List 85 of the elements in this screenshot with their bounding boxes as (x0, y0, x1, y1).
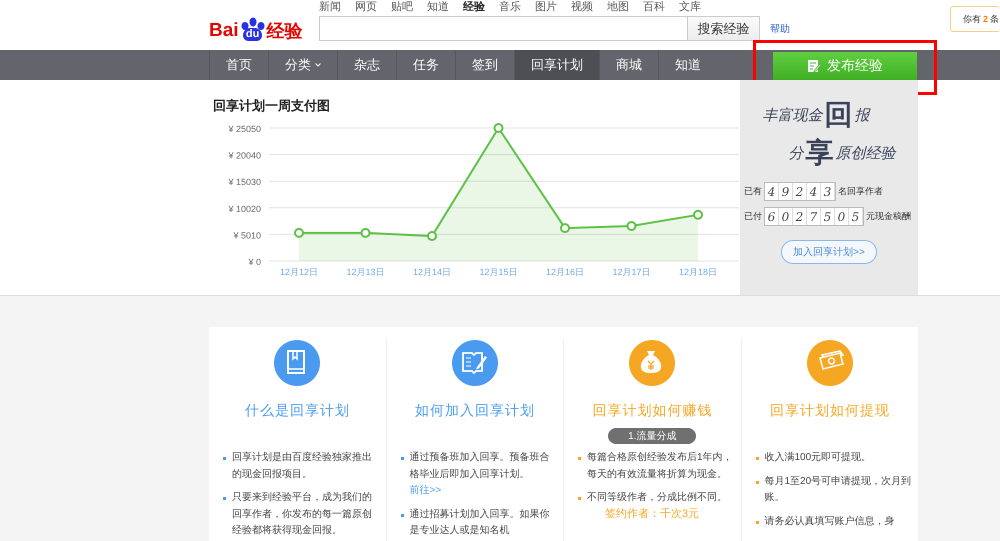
bullet-text: 只要来到经验平台，成为我们的回享作者，你发布的每一篇原创经验都将获得现金回报。 (232, 492, 372, 536)
top-link[interactable]: 音乐 (499, 0, 521, 14)
data-point[interactable] (626, 220, 636, 231)
slogan-text: 原创经验 (836, 144, 896, 162)
bullet-icon (400, 457, 404, 460)
bullet-text: 通过预备班加入回享。预备班合格毕业后即加入回享计划。 (410, 452, 550, 480)
bullet-text: 通过招募计划加入回享。如果你是专业达人或是知名机 (410, 508, 550, 536)
stat-label: 元现金稿酬 (866, 210, 911, 223)
stat-label: 已有 (744, 185, 762, 198)
counter-digit: 6 (765, 208, 779, 225)
x-tick-label: 12月15日 (479, 267, 518, 277)
slogan-text: 回 (824, 97, 852, 133)
counter-digit: 5 (849, 208, 863, 225)
stat-label: 已付 (744, 210, 762, 223)
top-link[interactable]: 知道 (427, 0, 449, 14)
bullet-text: 不同等级作者，分成比例不同。 (587, 492, 727, 503)
top-link[interactable]: 图片 (535, 0, 557, 14)
x-tick-label: 12月14日 (412, 267, 452, 277)
counter-digit: 4 (765, 183, 779, 200)
y-tick-label: ¥ 15030 (228, 177, 261, 188)
top-link[interactable]: 新闻 (319, 0, 341, 14)
bullet-icon (223, 457, 226, 460)
top-link[interactable]: 网页 (355, 0, 377, 14)
search-field[interactable] (319, 16, 688, 41)
bullet-icon (756, 480, 758, 484)
top-link[interactable]: 视频 (571, 0, 593, 14)
baidu-logo[interactable]: Bai du 经验 (209, 7, 309, 41)
bullet-icon (578, 457, 581, 460)
x-tick-label: 12月13日 (346, 267, 385, 277)
top-link[interactable]: 百科 (643, 0, 665, 14)
top-link[interactable]: 文库 (679, 0, 701, 14)
x-tick-label: 12月18日 (678, 267, 718, 277)
top-link[interactable]: 地图 (607, 0, 629, 14)
bullet-icon (578, 497, 581, 500)
chart-title: 回享计划一周支付图 (213, 97, 331, 113)
y-tick-label: ¥ 0 (248, 257, 261, 267)
bullet-icon (756, 457, 758, 460)
data-point[interactable] (427, 231, 437, 242)
edit-icon (807, 59, 821, 73)
y-tick-label: ¥ 5010 (233, 230, 261, 240)
y-tick-label: ¥ 20040 (228, 150, 261, 161)
rate-text: 签约作者：千次3元 (604, 506, 700, 522)
data-point[interactable] (294, 228, 304, 238)
section-title: 回享计划如何提现 (770, 402, 890, 420)
nav-tab[interactable]: 回享计划 (514, 50, 599, 80)
data-point[interactable] (360, 228, 370, 238)
slogan-text: 分 (788, 144, 804, 162)
bullet-icon (756, 520, 758, 524)
bullet-text: 请务必认真填写账户信息，身 (764, 516, 894, 526)
search-button[interactable]: 搜索经验 (688, 16, 760, 41)
counter-digit: 4 (807, 183, 821, 200)
help-link[interactable]: 帮助 (770, 22, 790, 36)
top-link[interactable]: 经验 (463, 0, 485, 14)
counter-digit: 3 (821, 183, 835, 200)
data-point[interactable] (560, 223, 570, 234)
bullet-text: 每月1至20号可申请提现，次月到账。 (764, 476, 912, 503)
x-tick-label: 12月16日 (546, 267, 584, 277)
section-badge: 1.流量分成 (608, 428, 696, 444)
y-tick-label: ¥ 25050 (228, 124, 261, 134)
stat-label: 名回享作者 (838, 185, 883, 198)
counter-digit: 2 (793, 208, 807, 225)
bullet-text: 每篇合格原创经验发布后1年内，每天的有效流量将折算为现金。 (587, 452, 733, 480)
counter-digit: 5 (821, 208, 835, 225)
counter-digit: 2 (793, 183, 807, 200)
y-tick-label: ¥ 10020 (228, 204, 261, 214)
counter-digit: 0 (779, 208, 793, 225)
bullet-text: 回享计划是由百度经验独家推出的现金回报项目。 (232, 452, 372, 480)
top-link[interactable]: 贴吧 (391, 0, 413, 14)
section-title: 什么是回享计划 (244, 402, 350, 420)
slogan-text: 丰富现金 (762, 106, 822, 124)
bullet-icon (400, 514, 404, 516)
notification-tooltip[interactable]: 你有 2 条 (950, 6, 1000, 32)
x-tick-label: 12月12日 (280, 267, 318, 277)
bullet-icon (223, 497, 226, 500)
section-title: 回享计划如何赚钱 (592, 402, 712, 420)
counter-digit: 7 (807, 208, 821, 225)
data-point[interactable] (693, 210, 703, 220)
slogan-text: 享 (806, 135, 834, 171)
bullet-text: 收入满100元即可提现。 (764, 452, 872, 463)
data-point[interactable] (494, 123, 504, 133)
counter-digit: 0 (835, 208, 849, 225)
slogan-text: 报 (854, 106, 870, 124)
section-title: 如何加入回享计划 (414, 402, 535, 420)
x-tick-label: 12月17日 (612, 267, 651, 277)
counter-digit: 9 (779, 183, 793, 200)
